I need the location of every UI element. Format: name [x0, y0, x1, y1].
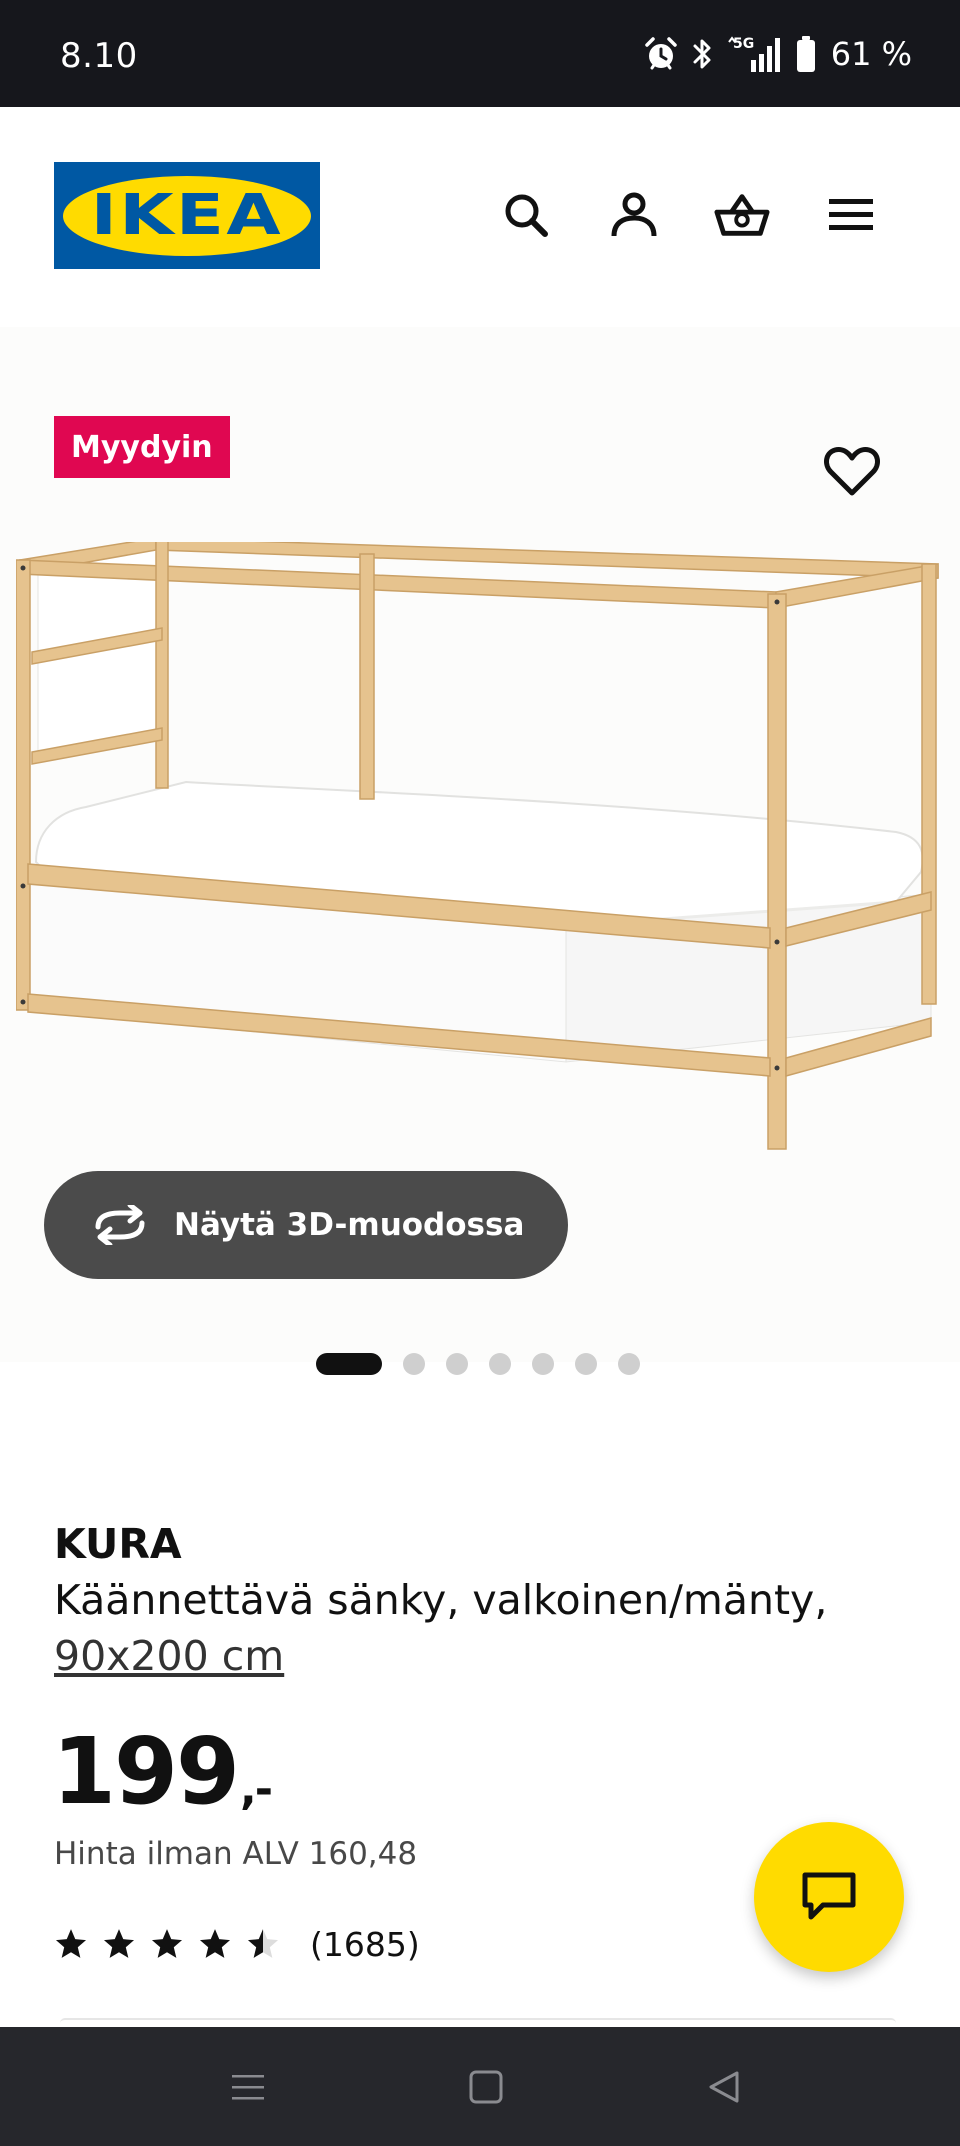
- basket-icon[interactable]: [714, 187, 770, 243]
- pagination-dot[interactable]: [575, 1353, 597, 1375]
- star-icon: [55, 1929, 87, 1958]
- battery-icon: [796, 36, 815, 72]
- pagination-dot[interactable]: [618, 1353, 640, 1375]
- system-nav-bar: [0, 2027, 960, 2146]
- home-button[interactable]: [460, 2061, 512, 2113]
- star-icon: [199, 1929, 231, 1958]
- star-icon: [151, 1929, 183, 1958]
- logo-oval: IKEA: [63, 175, 311, 256]
- product-size-link[interactable]: 90x200 cm: [54, 1628, 834, 1684]
- back-button[interactable]: [698, 2061, 750, 2113]
- bestseller-badge: Myydyin: [54, 416, 230, 478]
- chat-button[interactable]: [754, 1822, 904, 1972]
- logo-text: IKEA: [90, 183, 284, 248]
- battery-percentage: 61 %: [830, 35, 912, 73]
- product-gallery[interactable]: Myydyin Näytä 3D-muodossa: [0, 327, 960, 1375]
- product-rating[interactable]: (1685): [54, 1922, 420, 1966]
- bluetooth-icon: [693, 39, 711, 69]
- account-icon[interactable]: [606, 187, 662, 243]
- pagination-dot[interactable]: [532, 1353, 554, 1375]
- price-value: 199: [52, 1718, 240, 1825]
- product-description-text: Käännettävä sänky, valkoinen/mänty,: [54, 1576, 828, 1624]
- pagination-dot[interactable]: [489, 1353, 511, 1375]
- view-3d-label: Näytä 3D-muodossa: [174, 1207, 525, 1243]
- status-bar: 8.10 5G 61 %: [0, 0, 960, 107]
- product-brand: KURA: [54, 1520, 182, 1568]
- pagination-dot-active[interactable]: [316, 1353, 382, 1375]
- pagination-dot[interactable]: [403, 1353, 425, 1375]
- product-image: [16, 542, 939, 1150]
- search-icon[interactable]: [498, 187, 554, 243]
- price-without-vat: Hinta ilman ALV 160,48: [54, 1836, 418, 1872]
- site-header: IKEA: [0, 107, 960, 327]
- 5g-signal-icon: 5G: [727, 36, 780, 72]
- ikea-logo[interactable]: IKEA: [54, 162, 320, 269]
- status-icons: 5G 61 %: [643, 32, 912, 76]
- rotate-icon: [95, 1205, 145, 1245]
- star-icon: [103, 1929, 135, 1958]
- product-price: 199 ,-: [52, 1718, 273, 1825]
- rating-count: (1685): [310, 1924, 420, 1964]
- pagination-dot[interactable]: [446, 1353, 468, 1375]
- chat-icon: [802, 1872, 856, 1920]
- product-description: Käännettävä sänky, valkoinen/mänty, 90x2…: [54, 1572, 834, 1684]
- alarm-icon: [644, 37, 677, 70]
- image-pagination: [316, 1353, 640, 1375]
- half-star-icon: [247, 1929, 279, 1958]
- recent-apps-button[interactable]: [222, 2061, 274, 2113]
- status-time: 8.10: [60, 36, 138, 76]
- menu-icon[interactable]: [823, 187, 879, 243]
- svg-text:5G: 5G: [733, 36, 754, 52]
- view-3d-button[interactable]: Näytä 3D-muodossa: [44, 1171, 568, 1279]
- price-suffix: ,-: [240, 1764, 273, 1815]
- heart-icon[interactable]: [822, 441, 882, 501]
